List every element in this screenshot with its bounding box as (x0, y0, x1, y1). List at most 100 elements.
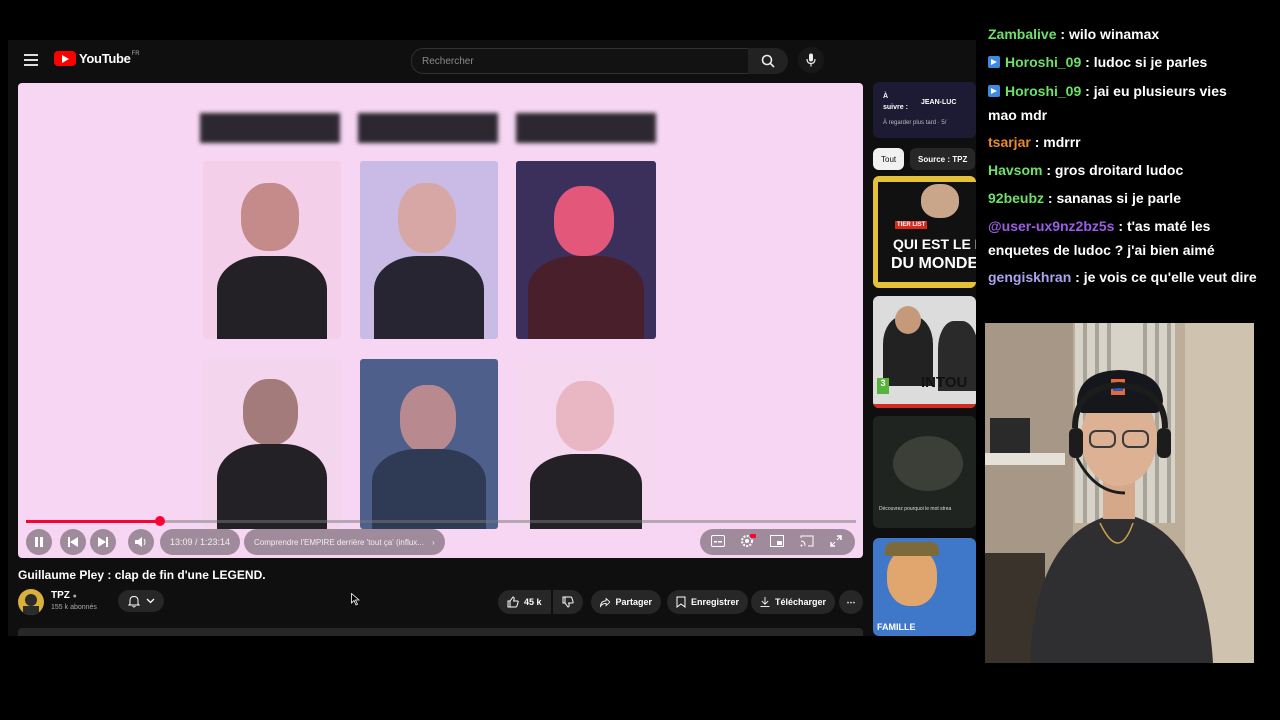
like-button[interactable]: 45 k (498, 590, 551, 614)
chat-username[interactable]: 92beubz (988, 190, 1044, 206)
player-controls: 13:09 / 1:23:14 Comprendre l'EMPIRE derr… (18, 529, 863, 555)
pause-button[interactable] (26, 529, 52, 555)
thumb1-text1: QUI EST LE M (893, 236, 976, 252)
mouse-cursor (351, 592, 361, 611)
subtitles-button[interactable] (711, 534, 725, 552)
up-next-label: À suivre : (883, 91, 908, 113)
channel-name[interactable]: TPZ ● (51, 590, 77, 601)
recommended-thumbnail-2[interactable]: 3 INTOU (873, 296, 976, 408)
recommended-thumbnail-3[interactable]: Découvrez pourquoi le mot strea (873, 416, 976, 528)
pause-icon (35, 537, 43, 547)
channel-avatar[interactable] (18, 589, 44, 615)
share-label: Partager (615, 597, 652, 607)
description-box[interactable] (18, 628, 863, 636)
chat-message: Havsom : gros droitard ludoc (988, 162, 1184, 178)
voice-search-button[interactable] (798, 47, 824, 73)
thumb1-tag: TIER LIST (895, 221, 928, 229)
chat-username[interactable]: Horoshi_09 (1005, 54, 1081, 70)
subtitles-icon (711, 535, 725, 547)
player-right-controls (700, 529, 855, 555)
up-next-line2: suivre : (883, 104, 908, 111)
thumb4-hat (885, 542, 939, 556)
thumb2-bar (873, 404, 976, 408)
thumb1-text2: DU MONDE (891, 255, 976, 272)
youtube-logo[interactable]: YouTube FR (54, 51, 140, 66)
thumb4-face (887, 548, 937, 606)
microphone-icon (806, 53, 816, 67)
thumb3-shape (893, 436, 963, 491)
more-actions-button[interactable]: ⋯ (839, 590, 863, 614)
miniplayer-button[interactable] (770, 534, 784, 552)
chevron-right-icon: › (431, 537, 435, 547)
bell-icon (127, 595, 140, 607)
like-count: 45 k (524, 597, 542, 607)
progress-scrubber[interactable] (155, 516, 166, 526)
thumb4-text: FAMILLE (877, 622, 916, 632)
save-label: Enregistrer (690, 597, 739, 607)
time-display: 13:09 / 1:23:14 (160, 529, 241, 555)
thumb2-face-left (895, 306, 921, 334)
chat-text: mdrrr (1043, 134, 1081, 150)
thumbs-down-icon (562, 596, 574, 608)
chat-message: Zambalive : wilo winamax (988, 26, 1160, 42)
verified-icon: ● (72, 593, 77, 600)
chat-text: je vois ce qu'elle veut dire (1083, 269, 1257, 285)
fullscreen-button[interactable] (830, 534, 842, 552)
chevron-down-icon (146, 598, 154, 604)
youtube-play-logo-icon (54, 51, 76, 66)
chat-username[interactable]: tsarjar (988, 134, 1031, 150)
chat-text: wilo winamax (1068, 26, 1160, 42)
hamburger-menu-icon[interactable] (24, 54, 38, 66)
cast-button[interactable] (800, 534, 814, 552)
volume-button[interactable] (128, 529, 154, 555)
thumb3-text: Découvrez pourquoi le mot strea (879, 506, 952, 512)
search-button[interactable] (748, 48, 788, 74)
previous-button[interactable] (60, 529, 86, 555)
chat-message: 92beubz : sananas si je parle (988, 190, 1181, 206)
chat-text: ludoc si je parles (1093, 54, 1208, 70)
chapter-button[interactable]: Comprendre l'EMPIRE derrière 'tout ça' (… (244, 529, 445, 555)
video-progress-bar[interactable] (26, 516, 856, 526)
thumbs-up-icon (507, 596, 519, 608)
channel-name-text: TPZ (51, 590, 70, 601)
recommended-thumbnail-1[interactable]: TIER LIST QUI EST LE M DU MONDE (873, 176, 976, 288)
thumb2-text: INTOU (921, 374, 968, 391)
video-title: Guillaume Pley : clap de fin d'une LEGEN… (18, 568, 266, 582)
download-label: Télécharger (774, 597, 826, 607)
chat-message: @user-ux9nz2bz5s : t'as maté les enquete… (988, 218, 1215, 258)
prime-badge-icon (988, 85, 1000, 97)
video-player[interactable]: 13:09 / 1:23:14 Comprendre l'EMPIRE derr… (18, 83, 863, 558)
save-button[interactable]: Enregistrer (667, 590, 748, 614)
chat-username[interactable]: gengiskhran (988, 269, 1071, 285)
chat-username[interactable]: Zambalive (988, 26, 1056, 42)
youtube-window: YouTube FR Rechercher 13:09 / 1:23:14 Co… (8, 40, 976, 636)
miniplayer-icon (770, 535, 784, 547)
chip-source[interactable]: Source : TPZ (910, 148, 976, 170)
share-button[interactable]: Partager (591, 590, 661, 614)
chat-message: gengiskhran : je vois ce qu'elle veut di… (988, 269, 1257, 285)
up-next-subtitle: À regarder plus tard · 5/ (883, 120, 947, 126)
notifications-button[interactable] (118, 590, 164, 612)
streamer-webcam (985, 323, 1254, 663)
settings-button[interactable] (740, 534, 756, 553)
recommended-thumbnail-4[interactable]: FAMILLE (873, 538, 976, 636)
chat-username[interactable]: @user-ux9nz2bz5s (988, 218, 1114, 234)
chat-username[interactable]: Horoshi_09 (1005, 83, 1081, 99)
next-button[interactable] (90, 529, 116, 555)
chat-username[interactable]: Havsom (988, 162, 1042, 178)
download-icon (760, 597, 770, 607)
up-next-title: JEAN-LUC (921, 99, 957, 106)
chat-text: gros droitard ludoc (1054, 162, 1184, 178)
up-next-playlist[interactable]: À suivre : JEAN-LUC À regarder plus tard… (873, 82, 976, 138)
volume-icon (135, 537, 146, 547)
progress-played (26, 520, 161, 523)
youtube-logo-text: YouTube (79, 51, 131, 66)
gear-icon (741, 534, 756, 547)
prime-badge-icon (988, 56, 1000, 68)
chip-all[interactable]: Tout (873, 148, 905, 170)
webcam-scene (985, 323, 1254, 663)
dislike-button[interactable] (553, 590, 583, 614)
search-input[interactable] (412, 49, 732, 73)
fullscreen-icon (830, 535, 842, 547)
download-button[interactable]: Télécharger (751, 590, 835, 614)
